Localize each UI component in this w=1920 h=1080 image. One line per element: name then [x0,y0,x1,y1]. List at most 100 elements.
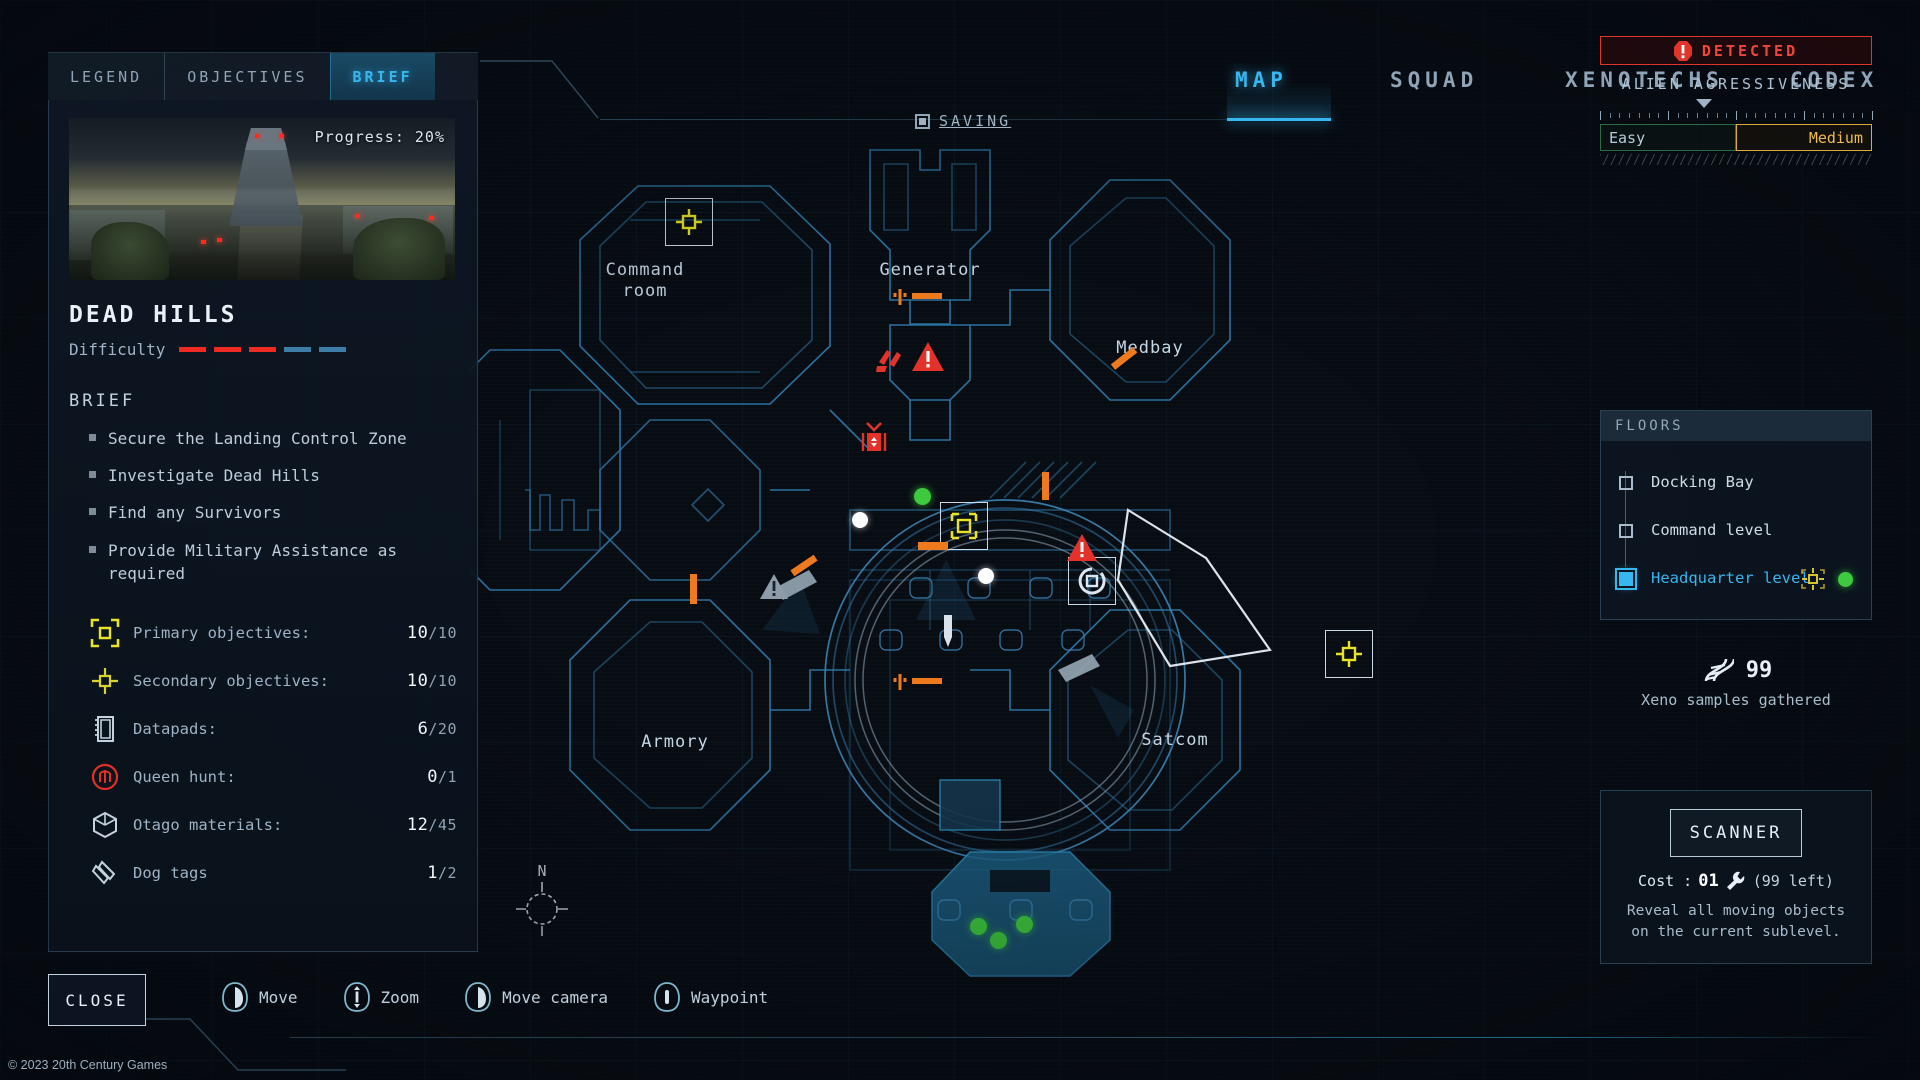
detected-label: DETECTED [1701,41,1799,60]
stat-current: 10 [406,622,429,643]
floor-checkbox[interactable] [1619,524,1633,538]
close-button[interactable]: CLOSE [48,974,146,1026]
brief-item-label: Secure the Landing Control Zone [108,429,407,448]
map-room-label: Satcom [1141,730,1209,750]
stat-label: Queen hunt: [133,767,236,786]
map-compass: N [512,862,570,936]
aggressiveness-label: ALIEN AGRESSIVENESS [1621,75,1851,93]
floor-item-docking-bay[interactable]: Docking Bay [1615,459,1857,507]
saving-icon [915,113,930,129]
room-label-line: Command [605,260,685,280]
aggressiveness-tick [1658,113,1660,118]
stat-label: Secondary objectives: [133,671,329,690]
saving-indicator: SAVING [915,112,1011,130]
aggressiveness-tick [1872,111,1873,120]
aggressiveness-tick [1609,113,1611,118]
stat-label: Primary objectives: [133,623,311,642]
floor-item-command-level[interactable]: Command level [1615,507,1857,555]
difficulty-label: Difficulty [69,340,166,359]
stat-total: /20 [428,719,457,738]
hint-zoom: Zoom [343,982,420,1012]
tab-map[interactable]: MAP [1235,68,1288,92]
alert-icon [1673,40,1692,61]
floors-list[interactable]: Docking Bay Command level Headquarter le… [1601,441,1871,619]
difficulty-bar [214,347,242,352]
saving-label: SAVING [939,112,1012,130]
floor-label-text: Headquarter level [1651,569,1810,588]
floor-item-headquarter-level[interactable]: Headquarter level [1615,555,1857,603]
scanner-button[interactable]: SCANNER [1670,809,1802,857]
aggressiveness-tick [1784,113,1786,118]
difficulty-bars [179,347,347,352]
hint-waypoint: Waypoint [654,982,768,1012]
bullet-icon [89,471,96,479]
map-objective-marker[interactable] [665,198,713,246]
primary-objective-icon [90,618,120,648]
floor-label: Command level [1651,521,1773,540]
stat-label: Dog tags [133,863,208,882]
bottom-divider-line [290,1037,1890,1038]
stat-total: /10 [428,671,457,690]
stat-row: Secondary objectives: 10/10 [69,657,457,705]
map-room-label: Armory [641,732,709,752]
stat-current: 1 [427,862,438,883]
mission-title: DEAD HILLS [69,302,238,328]
floor-label: Docking Bay [1651,473,1754,492]
scanner-panel[interactable]: SCANNER Cost : 01 (99 left) Reveal all m… [1600,790,1872,965]
stat-row: Dog tags 1/2 [69,849,457,897]
stat-current: 12 [406,814,429,835]
map-power-icon [892,287,944,311]
mission-brief-panel[interactable]: LEGEND OBJECTIVES BRIEF Progress: 20% DE… [48,52,478,952]
stat-icon-wrap [83,858,127,888]
map-unit-marker [852,512,868,528]
difficulty-level-easy[interactable]: Easy [1600,124,1736,151]
aggressiveness-ticks [1600,111,1873,120]
hint-label: Zoom [380,987,420,1007]
tab-objectives[interactable]: OBJECTIVES [164,53,329,101]
map-room-label: Command room [590,260,700,303]
aggressiveness-tick [1833,113,1835,118]
bottom-control-bar[interactable]: CLOSE Move Zoom Move camera Waypoint © 2… [0,960,1920,1080]
map-room-label: Medbay [1116,338,1184,358]
floors-heading: FLOORS [1601,411,1871,441]
difficulty-bar [249,347,277,352]
cost-value: 01 [1698,871,1719,891]
stat-value: 10/10 [407,623,457,643]
active-tab-underline [1227,118,1331,121]
hint-move: Move [222,982,298,1012]
map-objective-marker[interactable] [1325,630,1373,678]
floor-checkbox[interactable] [1615,568,1637,590]
floors-panel[interactable]: FLOORS Docking Bay Command level Headqua… [1600,410,1872,620]
datapad-icon [95,715,114,742]
mission-preview-image: Progress: 20% [69,118,455,280]
brief-tab-strip[interactable]: LEGEND OBJECTIVES BRIEF [48,52,478,101]
xeno-samples-label: Xeno samples gathered [1641,691,1831,709]
difficulty-level-medium[interactable]: Medium [1736,124,1872,151]
difficulty-row: Difficulty [69,340,457,359]
bullet-icon [89,434,96,441]
map-room-label: Generator [879,260,981,280]
bullet-icon [89,508,96,516]
green-status-dot [1838,571,1853,587]
stat-icon-wrap [83,762,127,792]
brief-item-label: Find any Survivors [108,503,282,523]
aggressiveness-tick [1648,113,1650,118]
top-navigation[interactable]: MAP SQUAD XENOTECHS CODEX [480,30,1873,121]
aggressiveness-tick [1794,113,1796,118]
map-friendly-marker [990,932,1007,949]
tab-legend[interactable]: LEGEND [48,53,164,101]
aggressiveness-tick [1755,113,1757,118]
station-map[interactable]: Command room Generator Medbay Armory Sat… [470,110,1590,990]
aggressiveness-tick [1629,113,1631,118]
floor-checkbox[interactable] [1619,476,1633,490]
scanner-description: Reveal all moving objects on the current… [1626,903,1846,941]
aggressiveness-levels: Easy Medium [1600,124,1872,151]
stat-current: 6 [417,718,429,739]
secondary-objective-icon [92,667,118,694]
tab-squad[interactable]: SQUAD [1390,68,1478,92]
aggressiveness-tick [1706,113,1708,118]
tab-brief[interactable]: BRIEF [329,53,435,101]
button-icon [654,982,680,1012]
dna-icon [1704,658,1734,682]
stat-label: Datapads: [133,719,217,738]
